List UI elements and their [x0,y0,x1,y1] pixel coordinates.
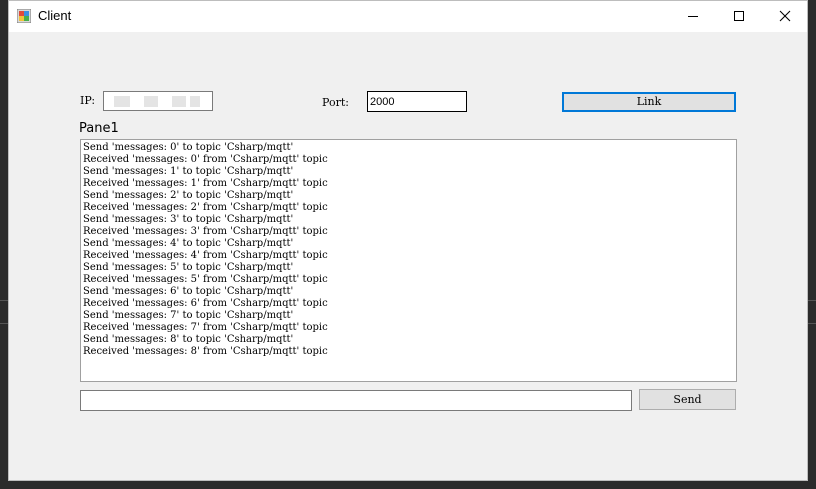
log-line: Send 'messages: 8' to topic 'Csharp/mqtt… [83,334,294,345]
ip-label: IP: [80,94,96,107]
log-line: Send 'messages: 1' to topic 'Csharp/mqtt… [83,166,294,177]
maximize-icon [734,11,744,21]
ip-redaction [172,96,186,107]
background-line [0,300,8,301]
minimize-button[interactable] [671,1,717,32]
message-log[interactable]: Send 'messages: 0' to topic 'Csharp/mqtt… [80,139,737,382]
ip-redaction [190,96,200,107]
log-line: Send 'messages: 3' to topic 'Csharp/mqtt… [83,214,294,225]
ip-redaction [144,96,158,107]
log-line: Send 'messages: 6' to topic 'Csharp/mqtt… [83,286,294,297]
log-line: Received 'messages: 0' from 'Csharp/mqtt… [83,154,328,165]
port-label: Port: [322,96,349,109]
close-icon [779,10,791,22]
log-line: Received 'messages: 7' from 'Csharp/mqtt… [83,322,328,333]
log-line: Received 'messages: 6' from 'Csharp/mqtt… [83,298,328,309]
close-button[interactable] [763,1,809,32]
link-button[interactable]: Link [562,92,736,112]
log-line: Received 'messages: 5' from 'Csharp/mqtt… [83,274,328,285]
log-line: Send 'messages: 7' to topic 'Csharp/mqtt… [83,310,294,321]
background-line [0,323,8,324]
client-window: Client IP: Port: Link Pane1 Send 'me [8,0,808,481]
log-line: Received 'messages: 4' from 'Csharp/mqtt… [83,250,328,261]
send-button[interactable]: Send [639,389,736,410]
app-icon [17,9,31,23]
background-line [808,300,816,301]
ip-redaction [114,96,130,107]
log-line: Send 'messages: 2' to topic 'Csharp/mqtt… [83,190,294,201]
log-line: Received 'messages: 1' from 'Csharp/mqtt… [83,178,328,189]
ip-input[interactable] [103,91,213,111]
port-input[interactable] [367,91,467,112]
title-bar[interactable]: Client [9,1,807,32]
panel-label: Pane1 [79,121,119,136]
log-line: Received 'messages: 8' from 'Csharp/mqtt… [83,346,328,357]
log-line: Send 'messages: 4' to topic 'Csharp/mqtt… [83,238,294,249]
message-input[interactable] [80,390,632,411]
log-line: Send 'messages: 5' to topic 'Csharp/mqtt… [83,262,294,273]
minimize-icon [688,16,698,17]
log-line: Received 'messages: 3' from 'Csharp/mqtt… [83,226,328,237]
background-line [808,323,816,324]
maximize-button[interactable] [717,1,763,32]
log-line: Send 'messages: 0' to topic 'Csharp/mqtt… [83,142,294,153]
log-line: Received 'messages: 2' from 'Csharp/mqtt… [83,202,328,213]
window-title: Client [38,8,72,23]
